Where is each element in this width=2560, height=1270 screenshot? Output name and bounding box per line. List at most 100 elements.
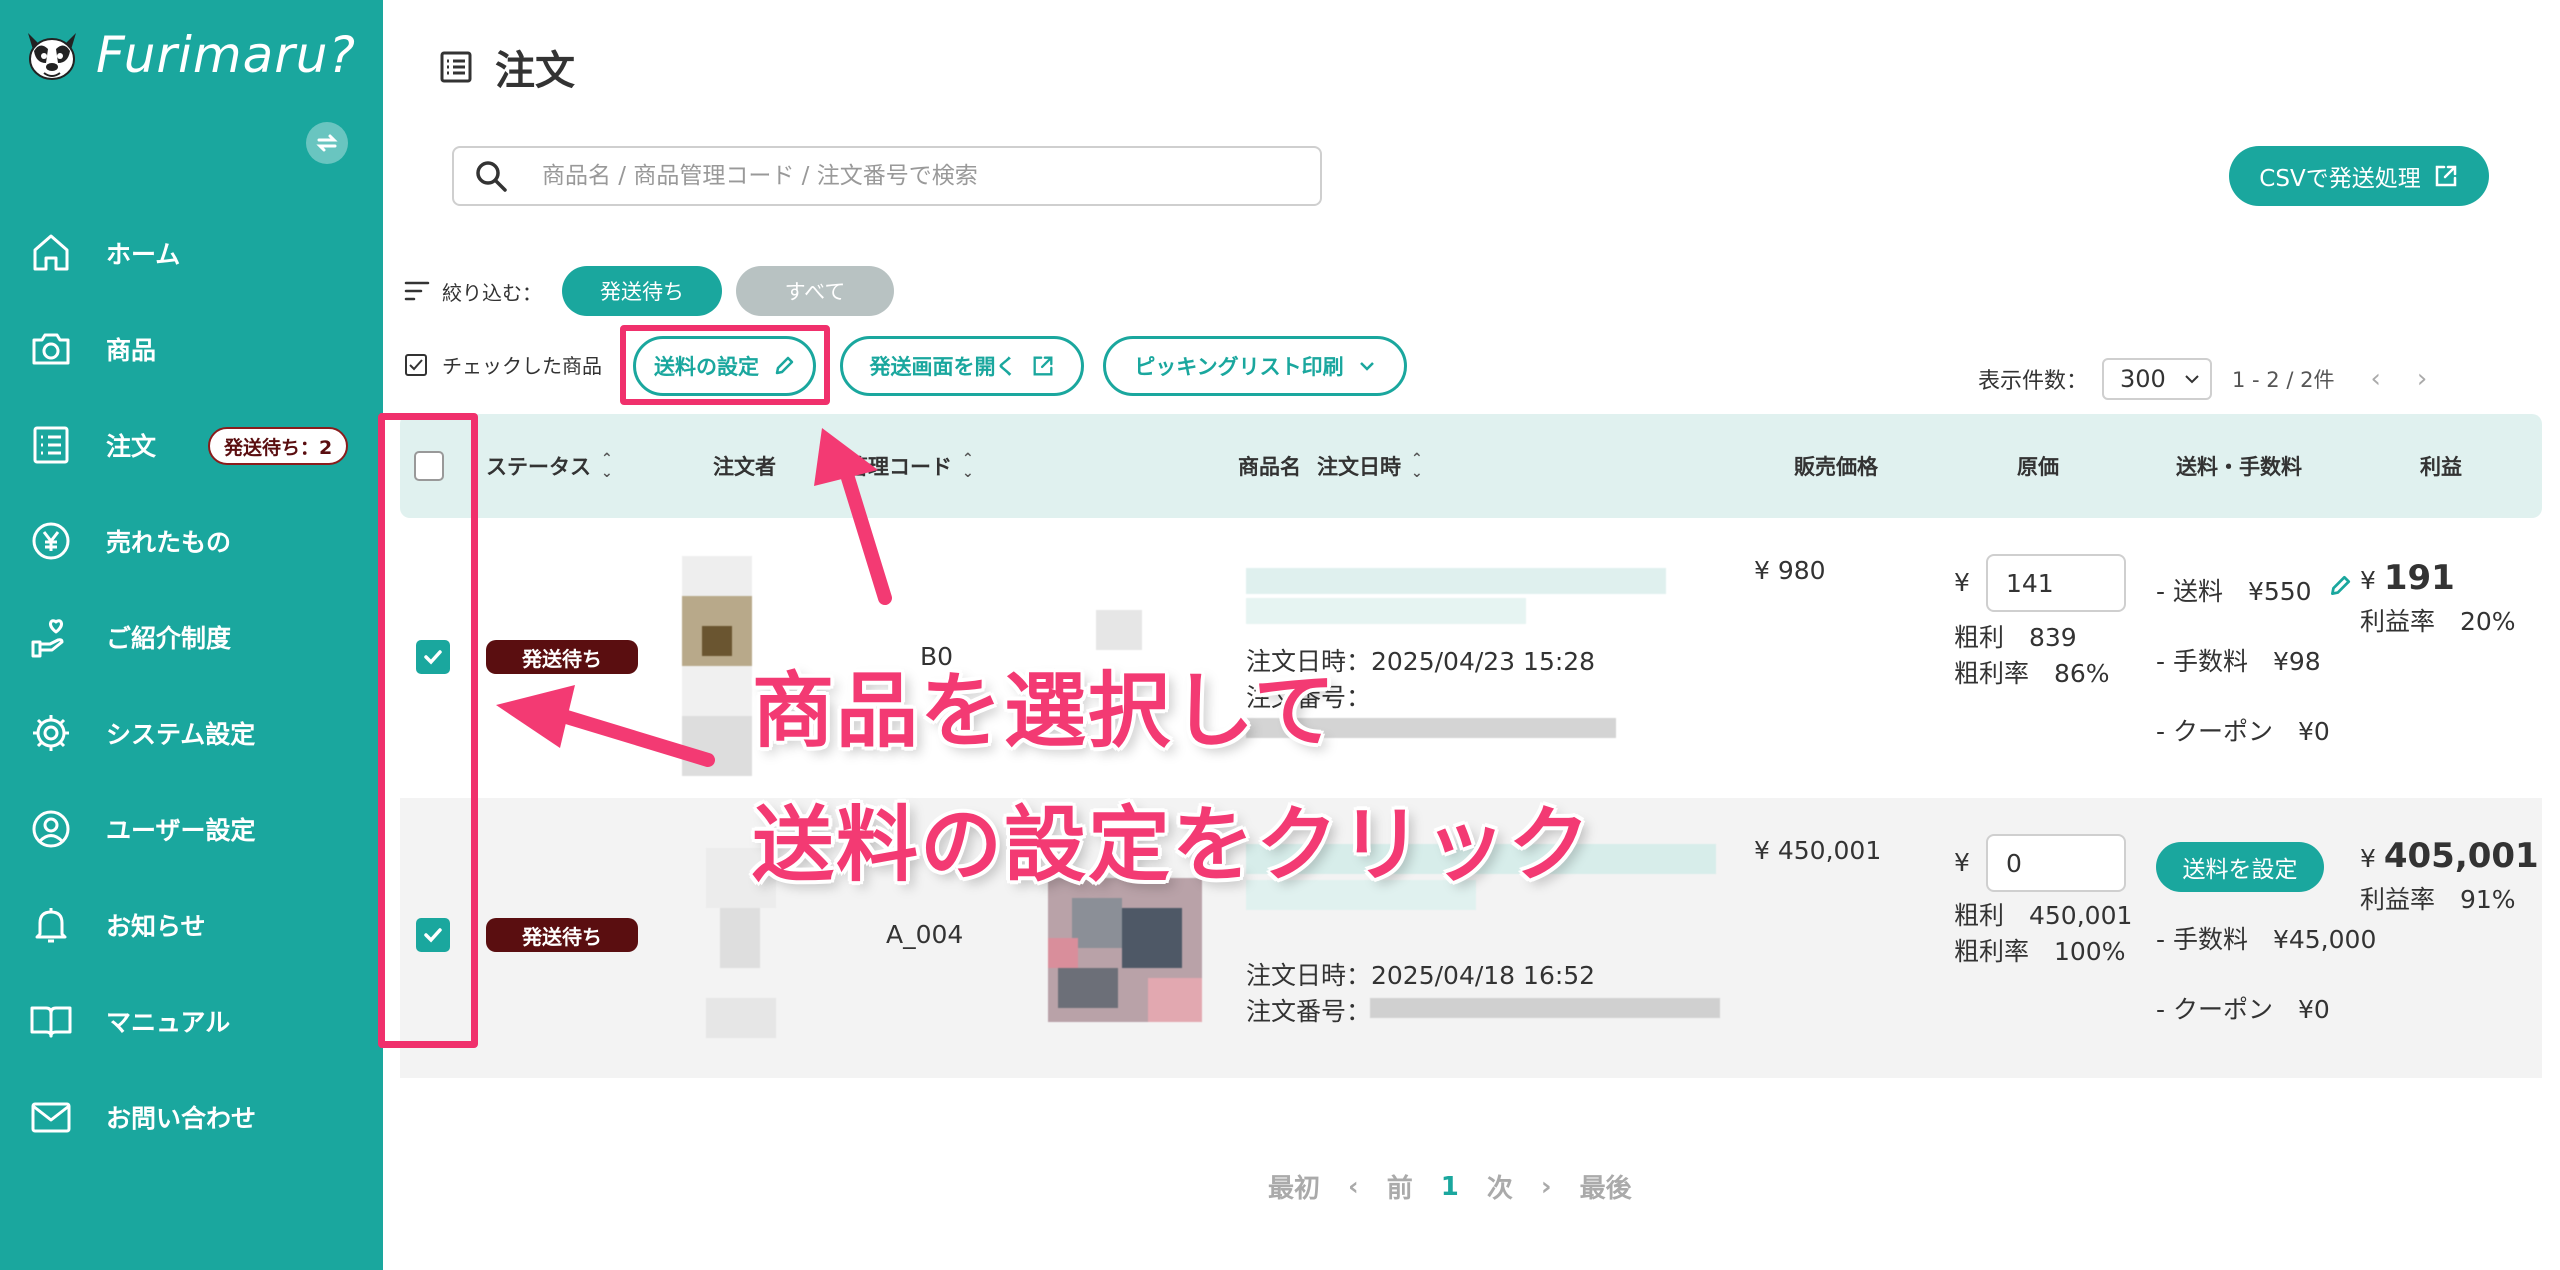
header-product[interactable]: 商品名 注文日時 ⌃ ⌄: [1238, 414, 1423, 518]
set-shipping-button[interactable]: 送料を設定: [2156, 842, 2324, 892]
swap-arrows-icon: [316, 134, 338, 152]
chevron-down-icon: [2185, 375, 2199, 384]
header-code-label: 管理コード: [847, 455, 952, 479]
filter-row: 絞り込む： 発送待ち すべて: [404, 266, 894, 316]
table-header: ステータス ⌃ ⌄ 注文者 管理コード ⌃ ⌄ 商品名 注文日時 ⌃ ⌄ 販売価格 原…: [400, 414, 2542, 518]
filter-label: 絞り込む：: [442, 280, 542, 305]
header-buyer: 注文者: [713, 414, 776, 518]
next-page-icon[interactable]: ›: [2417, 364, 2427, 394]
open-shipping-screen-button[interactable]: 発送画面を開く: [840, 336, 1084, 396]
pager-next[interactable]: 次: [1487, 1168, 1513, 1205]
coupon: - クーポン ¥0: [2156, 995, 2330, 1024]
sale-price: ¥ 980: [1754, 556, 1826, 585]
sidebar-item-products[interactable]: 商品: [0, 301, 383, 397]
result-range: 1 - 2 / 2件: [2232, 368, 2335, 392]
sidebar-item-user-settings[interactable]: ユーザー設定: [0, 781, 383, 877]
filter-pending-tab[interactable]: 発送待ち: [562, 266, 722, 316]
chevron-left-icon[interactable]: ‹: [1348, 1172, 1359, 1202]
pager-prev[interactable]: 前: [1387, 1168, 1413, 1205]
product-thumbnail-blurred[interactable]: [1048, 878, 1202, 1022]
header-order-date-label: 注文日時: [1317, 455, 1401, 479]
bell-icon: [35, 908, 67, 943]
header-price: 販売価格: [1794, 414, 1878, 518]
yen-circle-icon: [32, 522, 70, 560]
cost-input[interactable]: 0: [1986, 834, 2126, 892]
commission-fee: - 手数料 ¥45,000: [2156, 925, 2377, 954]
profit-rate: 利益率 91%: [2360, 885, 2516, 914]
bulldog-logo-icon: [28, 33, 76, 80]
sidebar-item-sold[interactable]: 売れたもの: [0, 493, 383, 589]
cost-input[interactable]: 141: [1986, 554, 2126, 612]
sort-icon: ⌃ ⌄: [962, 451, 974, 481]
page-title: 注文: [495, 48, 575, 94]
sidebar-item-manual[interactable]: マニュアル: [0, 973, 383, 1069]
header-status[interactable]: ステータス ⌃ ⌄: [486, 414, 613, 518]
header-price-label: 販売価格: [1794, 455, 1878, 479]
sidebar-item-referral[interactable]: ご紹介制度: [0, 589, 383, 685]
header-product-label: 商品名: [1238, 455, 1301, 479]
sidebar-nav: ホーム 商品 注文 発送待ち：2 売れたもの ご紹介制度 システム設定 ユーザー…: [0, 205, 383, 1165]
pending-orders-badge: 発送待ち：2: [208, 427, 349, 465]
sidebar-item-label: 商品: [106, 336, 157, 365]
table-row[interactable]: 発送待ち B0 注文日時：2025/04/23 15:28 注文番号： ¥ 98…: [400, 518, 2542, 798]
home-icon: [33, 234, 69, 271]
header-fees-label: 送料・手数料: [2176, 455, 2302, 479]
open-shipping-label: 発送画面を開く: [869, 355, 1017, 379]
csv-shipping-button[interactable]: CSVで発送処理: [2229, 146, 2489, 206]
header-buyer-label: 注文者: [713, 455, 776, 479]
per-page-select[interactable]: 300: [2102, 358, 2213, 400]
sidebar: Furimaru? ホーム 商品 注文 発送待ち：2 売れたもの ご紹介制度 シ…: [0, 0, 383, 1270]
camera-icon: [32, 333, 70, 365]
profit-rate: 利益率 20%: [2360, 607, 2516, 636]
shipping-settings-highlight: [620, 325, 830, 405]
sidebar-item-label: お知らせ: [106, 912, 206, 941]
sidebar-toggle-button[interactable]: [306, 122, 348, 164]
page-header: 注文: [437, 38, 575, 96]
cost-currency: ¥: [1954, 848, 1970, 877]
top-pagination: 表示件数： 300 1 - 2 / 2件 ‹ ›: [1978, 358, 2427, 400]
book-icon: [30, 1006, 72, 1038]
sidebar-item-label: ご紹介制度: [106, 624, 232, 653]
order-number-blurred: [1370, 998, 1720, 1018]
pager-last[interactable]: 最後: [1580, 1168, 1632, 1205]
gross-profit: 粗利 450,001: [1954, 901, 2133, 930]
heart-hand-icon: [31, 619, 64, 658]
status-badge: 発送待ち: [486, 918, 638, 952]
header-code[interactable]: 管理コード ⌃ ⌄: [847, 414, 974, 518]
picking-list-print-button[interactable]: ピッキングリスト印刷: [1103, 336, 1407, 396]
user-circle-icon: [32, 810, 70, 848]
header-cost-label: 原価: [2017, 455, 2059, 479]
buyer-avatar-blurred: [682, 556, 752, 796]
annotation-line-2: 送料の設定をクリック: [752, 798, 1593, 893]
prev-page-icon[interactable]: ‹: [2370, 364, 2380, 394]
sidebar-item-home[interactable]: ホーム: [0, 205, 383, 301]
filter-all-tab[interactable]: すべて: [736, 266, 894, 316]
filter-lines-icon: [404, 281, 430, 301]
external-link-icon: [1033, 356, 1052, 376]
checkbox-column-highlight: [378, 413, 478, 1048]
sidebar-item-orders[interactable]: 注文 発送待ち：2: [0, 397, 383, 493]
search-box: [452, 146, 1322, 206]
profit-currency: ¥: [2360, 844, 2376, 873]
sort-icon: ⌃ ⌄: [601, 451, 613, 481]
bottom-pagination: 最初 ‹ 前 1 次 › 最後: [1268, 1168, 1632, 1205]
brand-logo[interactable]: Furimaru?: [20, 20, 356, 90]
chevron-right-icon[interactable]: ›: [1541, 1172, 1552, 1202]
sidebar-item-system-settings[interactable]: システム設定: [0, 685, 383, 781]
pager-first[interactable]: 最初: [1268, 1168, 1320, 1205]
annotation-line-1: 商品を選択して: [752, 664, 1338, 759]
shipping-fee: - 送料 ¥550: [2156, 577, 2312, 606]
sidebar-item-contact[interactable]: お問い合わせ: [0, 1069, 383, 1165]
search-icon: [476, 161, 507, 192]
pager-current[interactable]: 1: [1441, 1172, 1459, 1202]
sidebar-item-notifications[interactable]: お知らせ: [0, 877, 383, 973]
search-input[interactable]: [542, 163, 1262, 189]
sort-icon: ⌃ ⌄: [1411, 451, 1423, 481]
checked-items-label: チェックした商品: [442, 354, 602, 378]
profit: ¥ 405,001: [2360, 836, 2539, 876]
sidebar-item-label: お問い合わせ: [106, 1104, 257, 1133]
pencil-icon[interactable]: [2328, 574, 2352, 598]
picking-list-label: ピッキングリスト印刷: [1134, 355, 1344, 379]
sidebar-item-label: ホーム: [106, 240, 181, 269]
product-name-blurred[interactable]: [1246, 568, 1666, 628]
